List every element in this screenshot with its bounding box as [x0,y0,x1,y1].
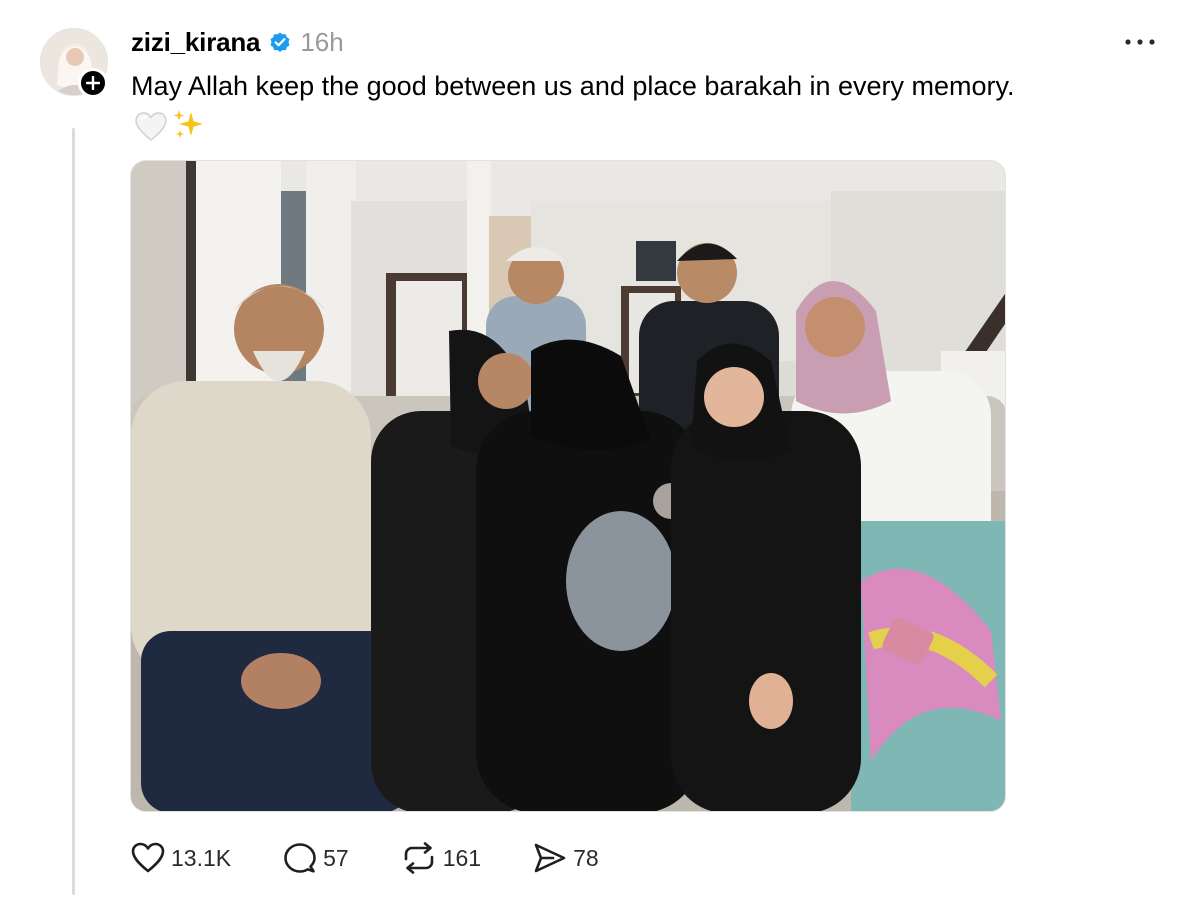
heart-icon [131,842,165,873]
plus-icon [86,76,100,90]
comment-button[interactable]: 57 [283,842,349,874]
post-timestamp[interactable]: 16h [300,27,343,58]
repost-count: 161 [442,844,482,871]
thread-post: zizi_kirana 16h May Allah keep the good … [0,0,1200,915]
follow-button[interactable] [78,68,108,98]
more-button[interactable] [1122,30,1162,54]
more-icon [1125,39,1155,45]
comment-count: 57 [323,844,349,871]
share-button[interactable]: 78 [533,842,599,874]
caption-text: May Allah keep the good between us and p… [131,71,1015,101]
like-count: 13.1K [171,844,232,871]
repost-button[interactable]: 161 [401,842,481,874]
post-actions: 13.1K 57 161 78 [131,840,651,876]
post-photo[interactable] [130,160,1006,812]
like-button[interactable]: 13.1K [131,842,231,874]
post-caption: May Allah keep the good between us and p… [131,66,1031,154]
thread-line [72,128,75,895]
repost-icon [404,842,434,874]
share-count: 78 [573,844,599,871]
sparkles-icon [171,108,207,154]
comment-icon [284,843,316,873]
send-icon [534,843,566,873]
username[interactable]: zizi_kirana [131,27,261,58]
post-header: zizi_kirana 16h [131,26,344,58]
verified-badge-icon [270,32,290,52]
white-heart-icon [135,112,167,154]
family-photo-image [131,161,1005,811]
